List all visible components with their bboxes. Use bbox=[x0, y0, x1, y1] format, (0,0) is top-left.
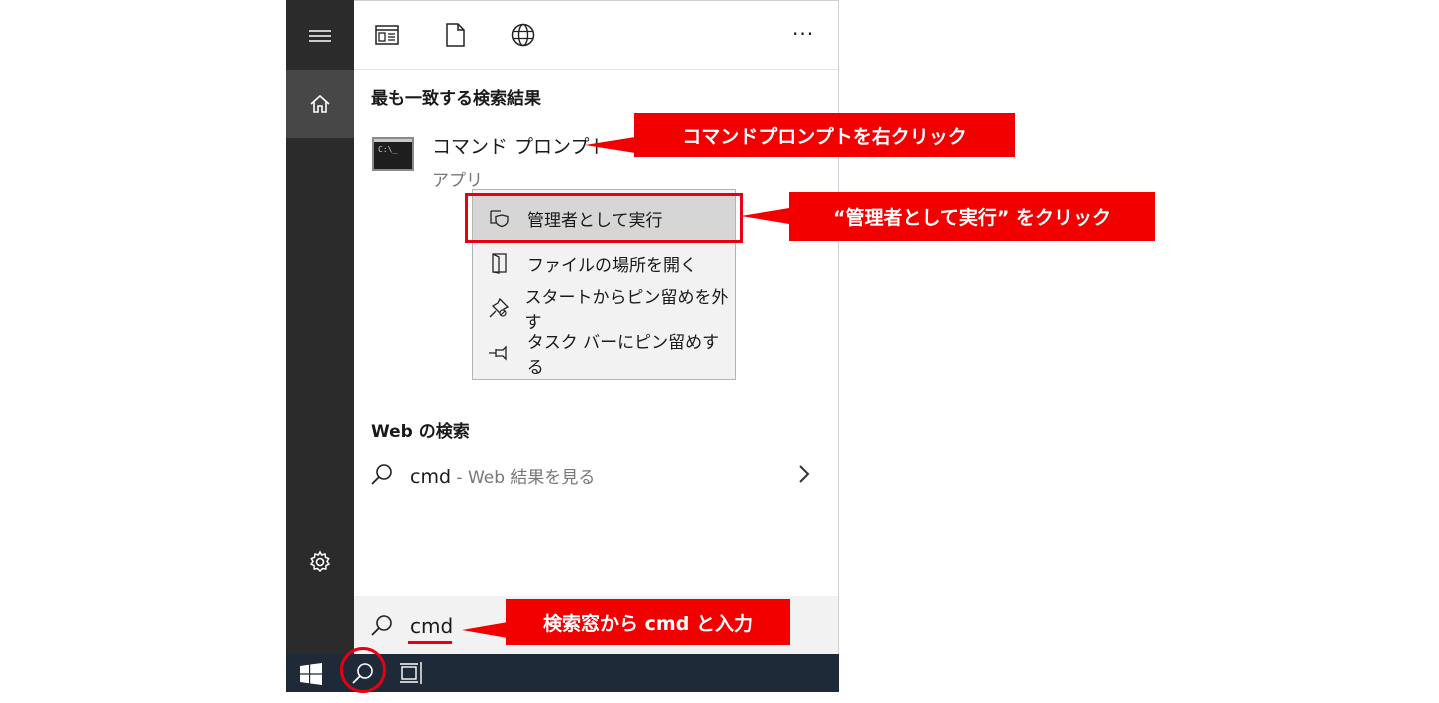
callout-type-cmd: 検索窓から cmd と入力 bbox=[506, 599, 790, 645]
task-view-icon bbox=[400, 662, 422, 684]
web-search-query: cmd bbox=[410, 466, 452, 488]
document-icon bbox=[446, 23, 465, 47]
chevron-right-icon[interactable] bbox=[797, 463, 811, 489]
menu-item-label: ファイルの場所を開く bbox=[527, 255, 697, 276]
windows-start-button[interactable] bbox=[300, 663, 322, 689]
pin-icon bbox=[473, 345, 527, 361]
spellcheck-underline bbox=[408, 641, 452, 644]
toolbar-divider bbox=[354, 69, 838, 70]
callout-pointer bbox=[741, 208, 789, 224]
hamburger-menu-button[interactable] bbox=[286, 12, 354, 60]
documents-filter-button[interactable] bbox=[440, 20, 470, 50]
pin-to-taskbar-menu-item[interactable]: タスク バーにピン留めする bbox=[473, 331, 735, 378]
home-icon bbox=[310, 94, 330, 113]
web-search-heading: Web の検索 bbox=[371, 422, 470, 442]
command-prompt-icon: C:\_ bbox=[372, 137, 414, 171]
search-box-icon bbox=[370, 613, 394, 641]
search-icon bbox=[370, 462, 394, 490]
web-search-suffix: - Web 結果を見る bbox=[451, 468, 596, 488]
settings-button[interactable] bbox=[286, 538, 354, 586]
open-file-location-menu-item[interactable]: ファイルの場所を開く bbox=[473, 241, 735, 285]
hamburger-icon bbox=[309, 30, 331, 42]
apps-filter-button[interactable] bbox=[372, 20, 402, 50]
highlight-circle bbox=[340, 647, 386, 693]
callout-right-click: コマンドプロンプトを右クリック bbox=[634, 113, 1015, 157]
more-options-button[interactable]: ··· bbox=[792, 22, 814, 46]
highlight-box bbox=[465, 193, 743, 243]
task-view-button[interactable] bbox=[400, 662, 426, 688]
folder-icon bbox=[473, 252, 527, 274]
best-match-heading: 最も一致する検索結果 bbox=[371, 89, 541, 109]
windows-logo-icon bbox=[300, 663, 322, 685]
menu-item-label: スタートからピン留めを外す bbox=[524, 288, 729, 333]
unpin-from-start-menu-item[interactable]: スタートからピン留めを外す bbox=[473, 286, 735, 333]
app-result-name[interactable]: コマンド プロンプト bbox=[432, 132, 608, 159]
home-button[interactable] bbox=[286, 70, 354, 138]
start-menu-rail bbox=[286, 0, 354, 654]
web-filter-button[interactable] bbox=[508, 20, 538, 50]
callout-pointer bbox=[462, 622, 508, 638]
web-search-result[interactable]: cmd - Web 結果を見る bbox=[410, 463, 595, 488]
unpin-icon bbox=[473, 297, 524, 319]
search-input[interactable]: cmd bbox=[410, 614, 453, 638]
callout-pointer bbox=[585, 137, 635, 153]
app-result-type: アプリ bbox=[432, 171, 483, 191]
apps-icon bbox=[375, 25, 399, 45]
globe-icon bbox=[511, 23, 535, 47]
callout-run-admin: “管理者として実行” をクリック bbox=[789, 192, 1155, 241]
gear-icon bbox=[309, 550, 331, 573]
menu-item-label: タスク バーにピン留めする bbox=[526, 333, 720, 378]
